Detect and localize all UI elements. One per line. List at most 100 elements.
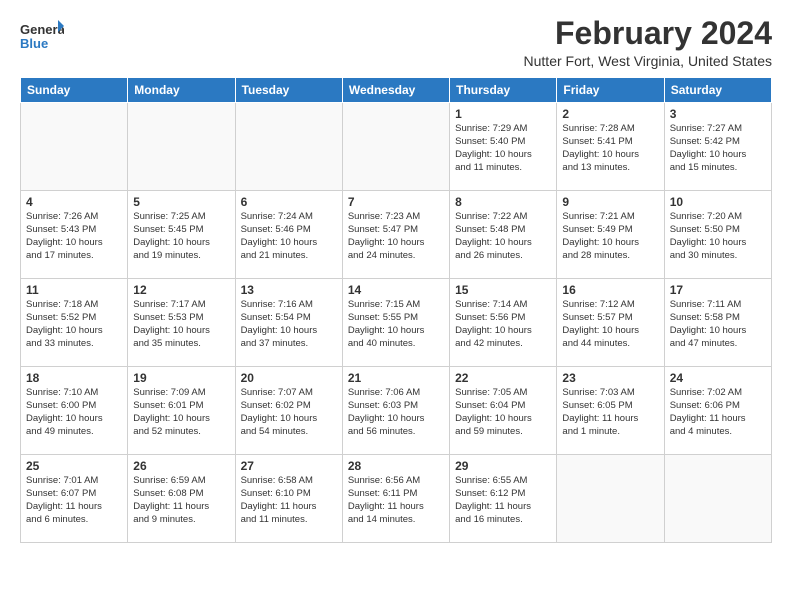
calendar-week-1: 1 Sunrise: 7:29 AM Sunset: 5:40 PM Daylig… xyxy=(21,103,772,191)
day-header-tuesday: Tuesday xyxy=(235,78,342,103)
calendar-cell: 28 Sunrise: 6:56 AM Sunset: 6:11 PM Dayli… xyxy=(342,455,449,543)
day-number: 9 xyxy=(562,195,658,209)
day-number: 29 xyxy=(455,459,551,473)
calendar-cell: 16 Sunrise: 7:12 AM Sunset: 5:57 PM Dayli… xyxy=(557,279,664,367)
calendar-cell: 10Sunrise: 7:20 AM Sunset: 5:50 PM Dayli… xyxy=(664,191,771,279)
day-header-wednesday: Wednesday xyxy=(342,78,449,103)
day-number: 26 xyxy=(133,459,229,473)
calendar-cell: 5 Sunrise: 7:25 AM Sunset: 5:45 PM Daylig… xyxy=(128,191,235,279)
day-number: 7 xyxy=(348,195,444,209)
calendar-cell: 24 Sunrise: 7:02 AM Sunset: 6:06 PM Dayli… xyxy=(664,367,771,455)
calendar-cell: 1 Sunrise: 7:29 AM Sunset: 5:40 PM Daylig… xyxy=(450,103,557,191)
day-info: Sunrise: 7:14 AM Sunset: 5:56 PM Dayligh… xyxy=(455,299,551,350)
day-number: 27 xyxy=(241,459,337,473)
day-info: Sunrise: 7:28 AM Sunset: 5:41 PM Dayligh… xyxy=(562,123,658,174)
day-header-friday: Friday xyxy=(557,78,664,103)
calendar-cell: 14Sunrise: 7:15 AM Sunset: 5:55 PM Dayli… xyxy=(342,279,449,367)
day-info: Sunrise: 7:07 AM Sunset: 6:02 PM Dayligh… xyxy=(241,387,337,438)
day-number: 5 xyxy=(133,195,229,209)
day-info: Sunrise: 7:11 AM Sunset: 5:58 PM Dayligh… xyxy=(670,299,766,350)
day-info: Sunrise: 7:10 AM Sunset: 6:00 PM Dayligh… xyxy=(26,387,122,438)
calendar-cell: 2 Sunrise: 7:28 AM Sunset: 5:41 PM Daylig… xyxy=(557,103,664,191)
calendar-cell: 3 Sunrise: 7:27 AM Sunset: 5:42 PM Daylig… xyxy=(664,103,771,191)
calendar-week-4: 18 Sunrise: 7:10 AM Sunset: 6:00 PM Dayli… xyxy=(21,367,772,455)
day-number: 8 xyxy=(455,195,551,209)
day-number: 10 xyxy=(670,195,766,209)
calendar-cell: 25 Sunrise: 7:01 AM Sunset: 6:07 PM Dayli… xyxy=(21,455,128,543)
day-number: 6 xyxy=(241,195,337,209)
day-number: 2 xyxy=(562,107,658,121)
day-info: Sunrise: 6:56 AM Sunset: 6:11 PM Dayligh… xyxy=(348,475,444,526)
day-info: Sunrise: 7:17 AM Sunset: 5:53 PM Dayligh… xyxy=(133,299,229,350)
day-info: Sunrise: 7:22 AM Sunset: 5:48 PM Dayligh… xyxy=(455,211,551,262)
calendar-cell xyxy=(235,103,342,191)
title-block: February 2024 Nutter Fort, West Virginia… xyxy=(524,16,772,69)
day-number: 19 xyxy=(133,371,229,385)
day-info: Sunrise: 7:03 AM Sunset: 6:05 PM Dayligh… xyxy=(562,387,658,438)
calendar-cell xyxy=(557,455,664,543)
calendar-week-5: 25 Sunrise: 7:01 AM Sunset: 6:07 PM Dayli… xyxy=(21,455,772,543)
day-number: 23 xyxy=(562,371,658,385)
day-info: Sunrise: 7:02 AM Sunset: 6:06 PM Dayligh… xyxy=(670,387,766,438)
calendar-cell: 26 Sunrise: 6:59 AM Sunset: 6:08 PM Dayli… xyxy=(128,455,235,543)
day-number: 22 xyxy=(455,371,551,385)
day-info: Sunrise: 7:25 AM Sunset: 5:45 PM Dayligh… xyxy=(133,211,229,262)
day-number: 1 xyxy=(455,107,551,121)
day-number: 13 xyxy=(241,283,337,297)
calendar-header-row: SundayMondayTuesdayWednesdayThursdayFrid… xyxy=(21,78,772,103)
calendar-cell: 7 Sunrise: 7:23 AM Sunset: 5:47 PM Daylig… xyxy=(342,191,449,279)
calendar-cell xyxy=(342,103,449,191)
day-info: Sunrise: 7:21 AM Sunset: 5:49 PM Dayligh… xyxy=(562,211,658,262)
day-info: Sunrise: 7:27 AM Sunset: 5:42 PM Dayligh… xyxy=(670,123,766,174)
calendar-cell: 23 Sunrise: 7:03 AM Sunset: 6:05 PM Dayli… xyxy=(557,367,664,455)
calendar-body: 1 Sunrise: 7:29 AM Sunset: 5:40 PM Daylig… xyxy=(21,103,772,543)
day-info: Sunrise: 6:55 AM Sunset: 6:12 PM Dayligh… xyxy=(455,475,551,526)
day-info: Sunrise: 7:26 AM Sunset: 5:43 PM Dayligh… xyxy=(26,211,122,262)
calendar-cell: 18 Sunrise: 7:10 AM Sunset: 6:00 PM Dayli… xyxy=(21,367,128,455)
day-number: 16 xyxy=(562,283,658,297)
day-number: 18 xyxy=(26,371,122,385)
calendar-week-3: 11Sunrise: 7:18 AM Sunset: 5:52 PM Dayli… xyxy=(21,279,772,367)
page-container: General Blue February 2024 Nutter Fort, … xyxy=(0,0,792,553)
day-number: 25 xyxy=(26,459,122,473)
day-header-thursday: Thursday xyxy=(450,78,557,103)
svg-text:General: General xyxy=(20,22,64,37)
calendar-cell: 15 Sunrise: 7:14 AM Sunset: 5:56 PM Dayli… xyxy=(450,279,557,367)
day-info: Sunrise: 7:23 AM Sunset: 5:47 PM Dayligh… xyxy=(348,211,444,262)
calendar-cell xyxy=(664,455,771,543)
day-info: Sunrise: 7:06 AM Sunset: 6:03 PM Dayligh… xyxy=(348,387,444,438)
logo: General Blue xyxy=(20,16,64,54)
day-number: 28 xyxy=(348,459,444,473)
day-info: Sunrise: 7:09 AM Sunset: 6:01 PM Dayligh… xyxy=(133,387,229,438)
calendar-cell: 21Sunrise: 7:06 AM Sunset: 6:03 PM Dayli… xyxy=(342,367,449,455)
day-number: 11 xyxy=(26,283,122,297)
calendar-cell: 27 Sunrise: 6:58 AM Sunset: 6:10 PM Dayli… xyxy=(235,455,342,543)
day-number: 12 xyxy=(133,283,229,297)
calendar-cell: 19 Sunrise: 7:09 AM Sunset: 6:01 PM Dayli… xyxy=(128,367,235,455)
day-header-monday: Monday xyxy=(128,78,235,103)
day-info: Sunrise: 7:12 AM Sunset: 5:57 PM Dayligh… xyxy=(562,299,658,350)
calendar-cell: 13Sunrise: 7:16 AM Sunset: 5:54 PM Dayli… xyxy=(235,279,342,367)
day-header-saturday: Saturday xyxy=(664,78,771,103)
calendar-cell: 29 Sunrise: 6:55 AM Sunset: 6:12 PM Dayli… xyxy=(450,455,557,543)
calendar-cell: 20Sunrise: 7:07 AM Sunset: 6:02 PM Dayli… xyxy=(235,367,342,455)
calendar-cell xyxy=(21,103,128,191)
calendar-cell: 17Sunrise: 7:11 AM Sunset: 5:58 PM Dayli… xyxy=(664,279,771,367)
calendar-cell: 4Sunrise: 7:26 AM Sunset: 5:43 PM Daylig… xyxy=(21,191,128,279)
calendar-cell: 6 Sunrise: 7:24 AM Sunset: 5:46 PM Daylig… xyxy=(235,191,342,279)
day-number: 3 xyxy=(670,107,766,121)
calendar-cell: 11Sunrise: 7:18 AM Sunset: 5:52 PM Dayli… xyxy=(21,279,128,367)
day-info: Sunrise: 6:59 AM Sunset: 6:08 PM Dayligh… xyxy=(133,475,229,526)
logo-icon: General Blue xyxy=(20,16,64,54)
day-number: 24 xyxy=(670,371,766,385)
day-info: Sunrise: 7:29 AM Sunset: 5:40 PM Dayligh… xyxy=(455,123,551,174)
calendar-table: SundayMondayTuesdayWednesdayThursdayFrid… xyxy=(20,77,772,543)
day-number: 15 xyxy=(455,283,551,297)
day-info: Sunrise: 7:01 AM Sunset: 6:07 PM Dayligh… xyxy=(26,475,122,526)
day-info: Sunrise: 7:24 AM Sunset: 5:46 PM Dayligh… xyxy=(241,211,337,262)
calendar-cell xyxy=(128,103,235,191)
day-header-sunday: Sunday xyxy=(21,78,128,103)
day-info: Sunrise: 6:58 AM Sunset: 6:10 PM Dayligh… xyxy=(241,475,337,526)
main-title: February 2024 xyxy=(524,16,772,51)
calendar-week-2: 4Sunrise: 7:26 AM Sunset: 5:43 PM Daylig… xyxy=(21,191,772,279)
